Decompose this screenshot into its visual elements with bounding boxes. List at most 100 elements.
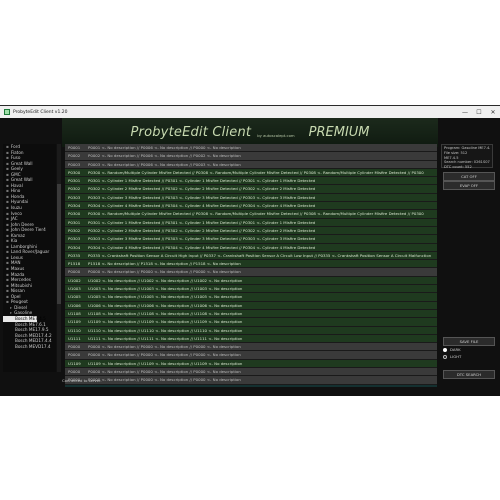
- dtc-row[interactable]: U1109 U1109 <- No description // U1109 <-…: [65, 318, 437, 327]
- dtc-code: P0001: [68, 145, 81, 150]
- dtc-code: U1006: [68, 302, 81, 308]
- brand-title: ProbyteEdit Client: [130, 125, 252, 140]
- dtc-code: U1003: [68, 286, 81, 292]
- dtc-row[interactable]: P0300 P0300 <- Random/Multiple Cylinder M…: [65, 210, 437, 219]
- dtc-description: U1111 <- No description // U1111 <- No d…: [88, 335, 243, 341]
- save-file-button[interactable]: SAVE FILE: [443, 337, 495, 346]
- dtc-code: U1110: [68, 327, 81, 333]
- dtc-row[interactable]: P0302 P0302 <- Cylinder 2 Misfire Detecte…: [65, 226, 437, 236]
- dtc-description: P0304 <- Cylinder 4 Misfire Detected // …: [88, 244, 316, 250]
- dtc-code: P0304: [68, 203, 81, 209]
- tree-item[interactable]: Bosch MEVD17.4: [3, 344, 56, 350]
- dtc-code: P0301: [68, 219, 81, 225]
- evap-off-button[interactable]: EVAP OFF: [443, 181, 495, 190]
- dtc-row[interactable]: P0303 P0303 <- Cylinder 3 Misfire Detecte…: [65, 235, 437, 244]
- make-tree[interactable]: ▪ Ford ▪ Fiaton ▪ Fuso ▪ Great Wall ▪ Geely ▪ GMC ▪ G…: [3, 144, 56, 372]
- dtc-row[interactable]: P0301 P0301 <- Cylinder 1 Misfire Detecte…: [65, 177, 437, 186]
- tree-item-label: Mazda: [10, 271, 25, 277]
- theme-dark-radio[interactable]: DARK: [443, 347, 461, 352]
- tree-bullet-icon: ▪: [6, 171, 9, 177]
- tree-item-label: Great Wall: [10, 177, 33, 183]
- tree-item-label: Opel: [10, 293, 21, 299]
- tree-bullet-icon: ▪: [6, 182, 9, 188]
- tree-item-label: Fiaton: [10, 149, 24, 155]
- dtc-row[interactable]: U1109 U1109 <- No description // U1109 <-…: [65, 359, 437, 369]
- dtc-code: U1005: [68, 294, 81, 300]
- theme-light-radio[interactable]: LIGHT: [443, 354, 461, 359]
- dtc-description: P0301 <- Cylinder 1 Misfire Detected // …: [88, 178, 316, 184]
- dtc-code: U1109: [68, 319, 81, 325]
- tree-item-label: GMC: [10, 171, 21, 177]
- tree-bullet-icon: ▪: [6, 243, 9, 249]
- dtc-description: P0301 <- Cylinder 1 Misfire Detected // …: [88, 219, 316, 225]
- tree-bullet-icon: ▪: [6, 260, 9, 266]
- tree-item-label: Bosch ME17.9.5: [15, 327, 49, 333]
- dtc-row[interactable]: U1003 U1003 <- No description // U1003 <-…: [65, 285, 437, 294]
- dtc-row[interactable]: P0002 P0002 <- No description // P0006 <-…: [65, 152, 437, 161]
- dtc-code: P0302: [68, 227, 81, 233]
- tree-item-label: John Deere Tier4: [10, 227, 46, 233]
- tree-bullet-icon: ▪: [6, 238, 9, 244]
- dtc-row[interactable]: U1006 U1006 <- No description // U1006 <-…: [65, 301, 437, 310]
- dtc-row[interactable]: P0000 P0000 <- No description // P0000 <-…: [65, 351, 437, 360]
- dtc-code: P0301: [68, 178, 81, 184]
- dtc-description: P0303 <- Cylinder 3 Misfire Detected // …: [88, 236, 316, 242]
- tree-item-label: Ford: [10, 144, 20, 149]
- scrollbar-thumb[interactable]: [57, 184, 61, 304]
- make-tree-scrollbar[interactable]: [57, 144, 61, 372]
- dtc-row[interactable]: P0302 P0302 <- Cylinder 2 Misfire Detecte…: [65, 185, 437, 194]
- cat-off-button[interactable]: CAT OFF: [443, 172, 495, 181]
- tree-bullet-icon: ▪: [6, 299, 9, 305]
- dtc-row[interactable]: P0301 P0301 <- Cylinder 1 Misfire Detecte…: [65, 218, 437, 227]
- tree-bullet-icon: ▪: [6, 288, 9, 294]
- dtc-row[interactable]: P0304 P0304 <- Cylinder 4 Misfire Detecte…: [65, 243, 437, 252]
- dtc-row[interactable]: P0000 P0000 <- No description // P0000 <-…: [65, 368, 437, 377]
- tree-item-label: Isuzu: [10, 205, 22, 211]
- theme-light-label: LIGHT: [450, 354, 462, 359]
- tree-item-label: Peugeot: [10, 299, 28, 305]
- dtc-row[interactable]: U1005 U1005 <- No description // U1005 <-…: [65, 293, 437, 302]
- dtc-row[interactable]: U1110 U1110 <- No description // U1110 <-…: [65, 326, 437, 335]
- tree-bullet-icon: ▪: [6, 205, 9, 211]
- dtc-row[interactable]: P0304 P0304 <- Cylinder 4 Misfire Detecte…: [65, 202, 437, 211]
- dtc-code: U1108: [68, 310, 81, 316]
- dtc-description: U1110 <- No description // U1110 <- No d…: [88, 327, 243, 333]
- dtc-description: P0000 <- No description // P0000 <- No d…: [88, 369, 241, 375]
- dtc-row[interactable]: U1108 U1108 <- No description // U1108 <-…: [65, 309, 437, 319]
- dtc-row[interactable]: P0003 P0003 <- No description // P0006 <-…: [65, 160, 437, 169]
- dtc-code: P0002: [68, 153, 81, 159]
- dtc-description: U1108 <- No description // U1108 <- No d…: [88, 310, 243, 316]
- dtc-description: U1005 <- No description // U1005 <- No d…: [88, 294, 243, 300]
- window-title: ProbyteEdit Client v1.20: [13, 109, 68, 115]
- minimize-button[interactable]: —: [458, 106, 472, 118]
- expand-icon: ▸: [10, 304, 13, 310]
- tree-bullet-icon: ▪: [6, 254, 9, 260]
- tree-item-label: Honda: [10, 193, 25, 199]
- dtc-row[interactable]: P0335 P0335 <- Crankshaft Position Sensor…: [65, 251, 437, 261]
- tree-item-label: Mitsubishi: [10, 282, 32, 288]
- tree-item-label: Bosch ME7.6.1: [15, 321, 46, 327]
- tree-item-label: Gasoline: [14, 310, 33, 316]
- tree-item-label: Fuso: [10, 155, 21, 161]
- dtc-row[interactable]: P0000 P0000 <- No description // P0000 <-…: [65, 343, 437, 352]
- dtc-code: P0300: [68, 211, 81, 217]
- dtc-code: P0000: [68, 369, 81, 375]
- tree-bullet-icon: ▪: [6, 144, 9, 149]
- dtc-row[interactable]: U1111 U1111 <- No description // U1111 <-…: [65, 334, 437, 344]
- tree-bullet-icon: ▪: [6, 232, 9, 238]
- dtc-row[interactable]: P0001 P0001 <- No description // P0006 <-…: [65, 144, 437, 153]
- dtc-row[interactable]: U1002 U1002 <- No description // U1002 <-…: [65, 276, 437, 286]
- dtc-row[interactable]: P0000 P0000 <- No description // P0000 <-…: [65, 268, 437, 277]
- dtc-row[interactable]: P1518 P1518 <- No description // P1518 <-…: [65, 260, 437, 269]
- dtc-row[interactable]: P0303 P0303 <- Cylinder 3 Misfire Detecte…: [65, 193, 437, 203]
- maximize-button[interactable]: ☐: [472, 106, 486, 118]
- tree-item-label: Nissan: [10, 288, 25, 294]
- close-button[interactable]: ✕: [486, 106, 500, 118]
- dtc-search-button[interactable]: DTC SEARCH: [443, 370, 495, 379]
- tree-item-label: Hino: [10, 188, 21, 194]
- dtc-row[interactable]: P0300 P0300 <- Random/Multiple Cylinder M…: [65, 168, 437, 178]
- tree-item-label: Kia: [10, 238, 18, 244]
- tree-bullet-icon: ▪: [6, 271, 9, 277]
- dtc-table: P0001 P0001 <- No description // P0006 <-…: [65, 144, 437, 387]
- theme-dark-label: DARK: [450, 347, 461, 352]
